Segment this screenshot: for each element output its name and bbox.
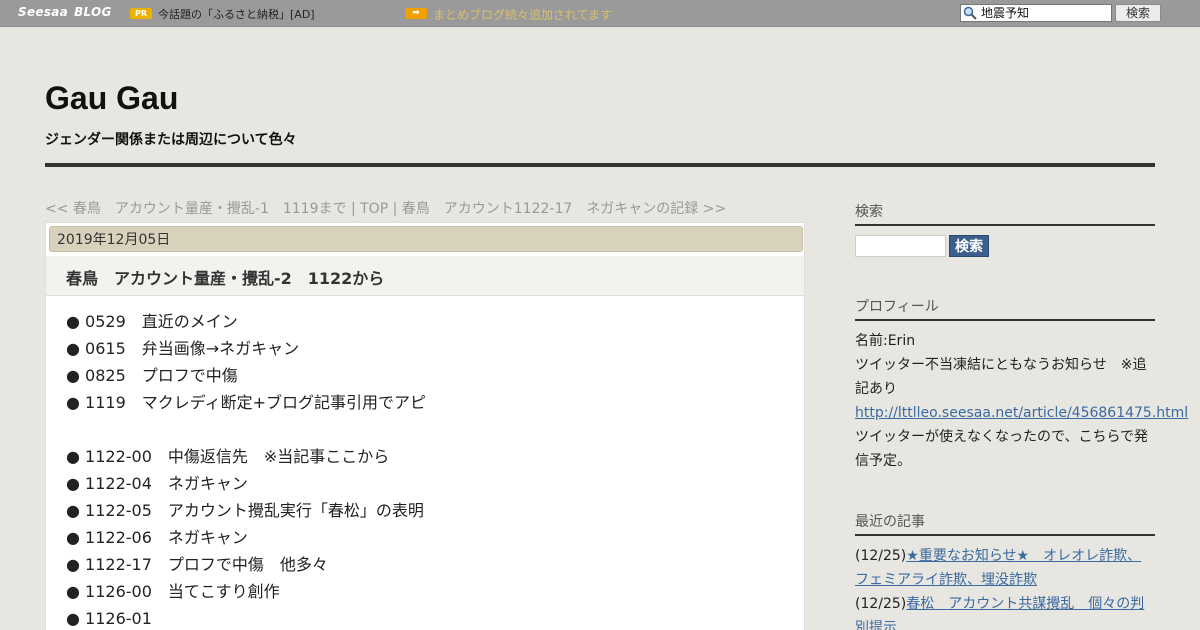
site-description: ジェンダー関係または周辺について色々 <box>45 132 297 148</box>
list-item: (12/25)★重要なお知らせ★ オレオレ詐欺、フェミアライ詐欺、埋没詐欺 <box>855 544 1155 592</box>
logo-seesaa-text: Seesaa <box>18 5 69 19</box>
profile-name: 名前:Erin <box>855 333 916 349</box>
list-item: ● 1126-01 <box>66 609 152 628</box>
sidebar-search-button[interactable]: 検索 <box>949 235 989 257</box>
nav-separator: | <box>388 201 402 217</box>
sidebar-search-input[interactable] <box>855 235 946 257</box>
list-spacer <box>66 416 426 443</box>
arrow-right-icon: ➡ <box>405 8 427 19</box>
article-title-band: 春鳥 アカウント量産・攪乱-2 1122から <box>46 256 804 296</box>
article-navigation: << 春鳥 アカウント量産・攪乱-1 1119まで | TOP | 春鳥 アカウ… <box>45 198 726 218</box>
list-item: ● 0825 プロフで中傷 <box>66 366 238 385</box>
recent-date: (12/25) <box>855 548 907 564</box>
profile-text: ツイッターが使えなくなったので、こちらで発信予定。 <box>855 429 1149 469</box>
site-title[interactable]: Gau Gau <box>45 80 178 117</box>
profile-content: 名前:Erin ツイッター不当凍結にともなうお知らせ ※追記あり http://… <box>855 329 1188 473</box>
top-search-button[interactable]: 検索 <box>1115 4 1161 22</box>
list-item: ● 1126-00 当てこすり創作 <box>66 582 280 601</box>
pr-badge: PR <box>130 8 152 19</box>
sidebar-profile-heading: プロフィール <box>855 296 1155 321</box>
list-item: ● 1122-06 ネガキャン <box>66 528 248 547</box>
notice-link[interactable]: まとめブログ続々追加されてます <box>433 6 612 23</box>
recent-articles-list: (12/25)★重要なお知らせ★ オレオレ詐欺、フェミアライ詐欺、埋没詐欺 (1… <box>855 544 1155 630</box>
prev-article-link[interactable]: << 春鳥 アカウント量産・攪乱-1 1119まで <box>45 201 347 217</box>
list-item: ● 1122-05 アカウント攪乱実行「春松」の表明 <box>66 501 424 520</box>
entry-list: ● 0529 直近のメイン ● 0615 弁当画像→ネガキャン ● 0825 プ… <box>66 308 426 630</box>
sidebar-recent-heading: 最近の記事 <box>855 511 1155 536</box>
article-card: 2019年12月05日 春鳥 アカウント量産・攪乱-2 1122から ● 052… <box>45 222 805 630</box>
list-item: ● 1122-00 中傷返信先 ※当記事ここから <box>66 447 390 466</box>
nav-separator: | <box>346 201 361 217</box>
sidebar-search-heading: 検索 <box>855 201 1155 226</box>
profile-link[interactable]: http://lttlleo.seesaa.net/article/456861… <box>855 405 1188 421</box>
header-divider <box>45 163 1155 167</box>
list-item: ● 1122-04 ネガキャン <box>66 474 248 493</box>
list-item: ● 0529 直近のメイン <box>66 312 238 331</box>
pr-ad-link[interactable]: 今話題の「ふるさと納税」[AD] <box>158 6 315 22</box>
article-date: 2019年12月05日 <box>49 226 803 252</box>
top-link[interactable]: TOP <box>360 201 388 217</box>
list-item: (12/25)春松 アカウント共謀攪乱 個々の判別提示 <box>855 592 1155 630</box>
article-title[interactable]: 春鳥 アカウント量産・攪乱-2 1122から <box>66 265 384 289</box>
seesaa-blog-logo[interactable]: Seesaa BLOG <box>18 5 112 21</box>
top-search-input[interactable]: 地震予知 <box>960 4 1112 22</box>
list-item: ● 1122-17 プロフで中傷 他多々 <box>66 555 328 574</box>
next-article-link[interactable]: 春鳥 アカウント1122-17 ネガキャンの記録 >> <box>402 201 726 217</box>
recent-date: (12/25) <box>855 596 907 612</box>
list-item: ● 0615 弁当画像→ネガキャン <box>66 339 300 358</box>
list-item: ● 1119 マクレディ断定+ブログ記事引用でアピ <box>66 393 427 412</box>
profile-text: ツイッター不当凍結にともなうお知らせ ※追記あり <box>855 357 1147 397</box>
logo-blog-text: BLOG <box>74 5 112 19</box>
search-icon <box>963 6 977 20</box>
top-bar: Seesaa BLOG PR 今話題の「ふるさと納税」[AD] ➡ まとめブログ続… <box>0 0 1200 27</box>
top-search-value: 地震予知 <box>981 6 1030 20</box>
